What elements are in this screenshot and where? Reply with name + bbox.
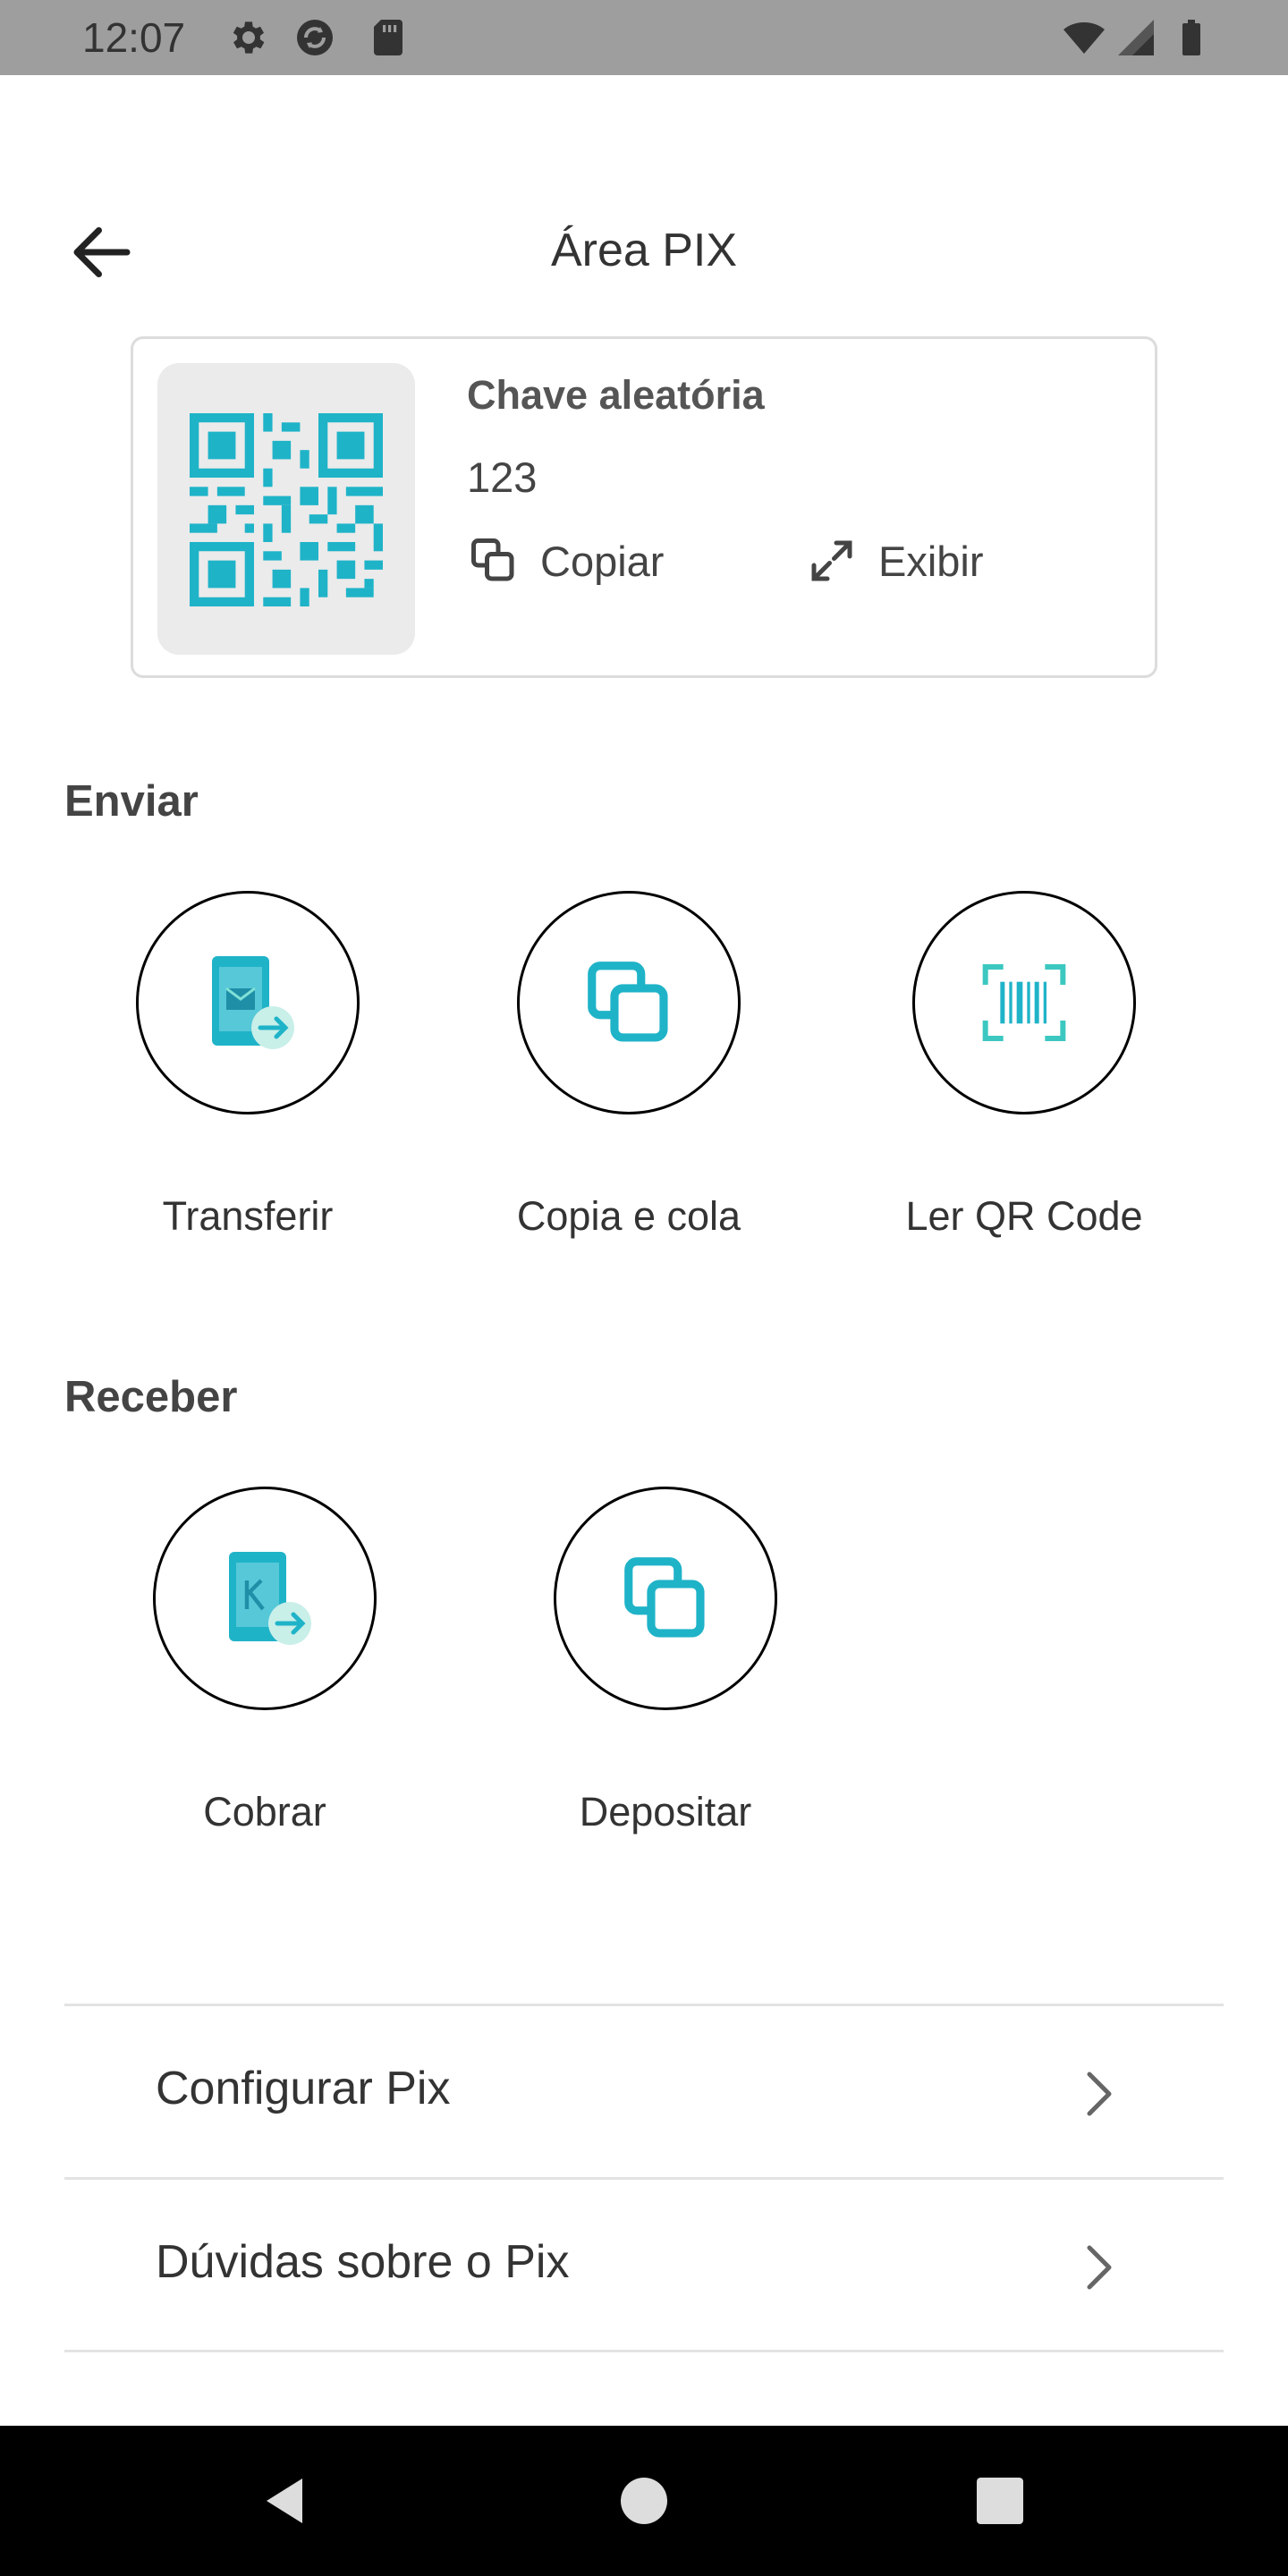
copy-paste-button[interactable]: Copia e cola (517, 891, 741, 1243)
copy-key-button[interactable]: Copiar (467, 530, 664, 592)
copy-paste-circle (517, 891, 741, 1114)
charge-label: Cobrar (203, 1789, 326, 1835)
divider (64, 2350, 1224, 2352)
copy-icon (624, 1557, 705, 1638)
system-nav-bar (0, 2426, 1288, 2576)
copy-icon (471, 538, 514, 581)
pix-faq-label: Dúvidas sobre o Pix (156, 2236, 570, 2288)
back-triangle-icon[interactable] (258, 2474, 311, 2528)
show-key-label: Exibir (878, 537, 984, 585)
chevron-right-icon (1087, 2072, 1112, 2116)
sync-icon (297, 20, 333, 55)
pix-key-value: 123 (467, 453, 538, 501)
charge-button[interactable]: Cobrar (153, 1487, 377, 1839)
transfer-circle (136, 891, 360, 1114)
page-title: Área PIX (550, 225, 738, 276)
transfer-label: Transferir (162, 1193, 334, 1239)
copy-icon (588, 962, 668, 1042)
home-circle-icon[interactable] (621, 2478, 667, 2524)
pix-faq-item[interactable]: Dúvidas sobre o Pix (64, 2180, 1224, 2350)
receive-section-title: Receber (64, 1373, 238, 1421)
read-qr-button[interactable]: Ler QR Code (905, 891, 1143, 1243)
signal-icon (1118, 20, 1154, 55)
configure-pix-label: Configurar Pix (156, 2063, 451, 2114)
deposit-circle (554, 1487, 777, 1710)
wifi-icon (1063, 22, 1105, 54)
qr-code-icon (190, 413, 383, 606)
phone-transfer-icon (212, 956, 294, 1049)
show-key-button[interactable]: Exibir (805, 530, 984, 592)
recents-square-icon[interactable] (977, 2478, 1023, 2524)
send-section-title: Enviar (64, 777, 199, 826)
sd-card-icon (374, 20, 402, 55)
status-time: 12:07 (82, 14, 186, 61)
charge-circle (153, 1487, 377, 1710)
copy-key-label: Copiar (540, 537, 665, 585)
copy-paste-label: Copia e cola (516, 1193, 741, 1239)
chevron-right-icon (1087, 2245, 1112, 2290)
deposit-button[interactable]: Depositar (554, 1487, 777, 1839)
transfer-button[interactable]: Transferir (136, 891, 360, 1243)
read-qr-label: Ler QR Code (905, 1193, 1143, 1239)
read-qr-circle (912, 891, 1136, 1114)
battery-icon (1182, 20, 1200, 55)
configure-pix-item[interactable]: Configurar Pix (64, 2006, 1224, 2176)
expand-icon (811, 540, 852, 581)
status-bar: 12:07 (0, 0, 1288, 75)
deposit-label: Depositar (579, 1789, 752, 1835)
barcode-scan-icon (982, 964, 1066, 1041)
pix-key-type: Chave aleatória (467, 372, 765, 418)
gear-icon (233, 21, 265, 54)
qr-code-thumbnail[interactable] (157, 363, 415, 655)
phone-charge-icon (229, 1552, 311, 1645)
